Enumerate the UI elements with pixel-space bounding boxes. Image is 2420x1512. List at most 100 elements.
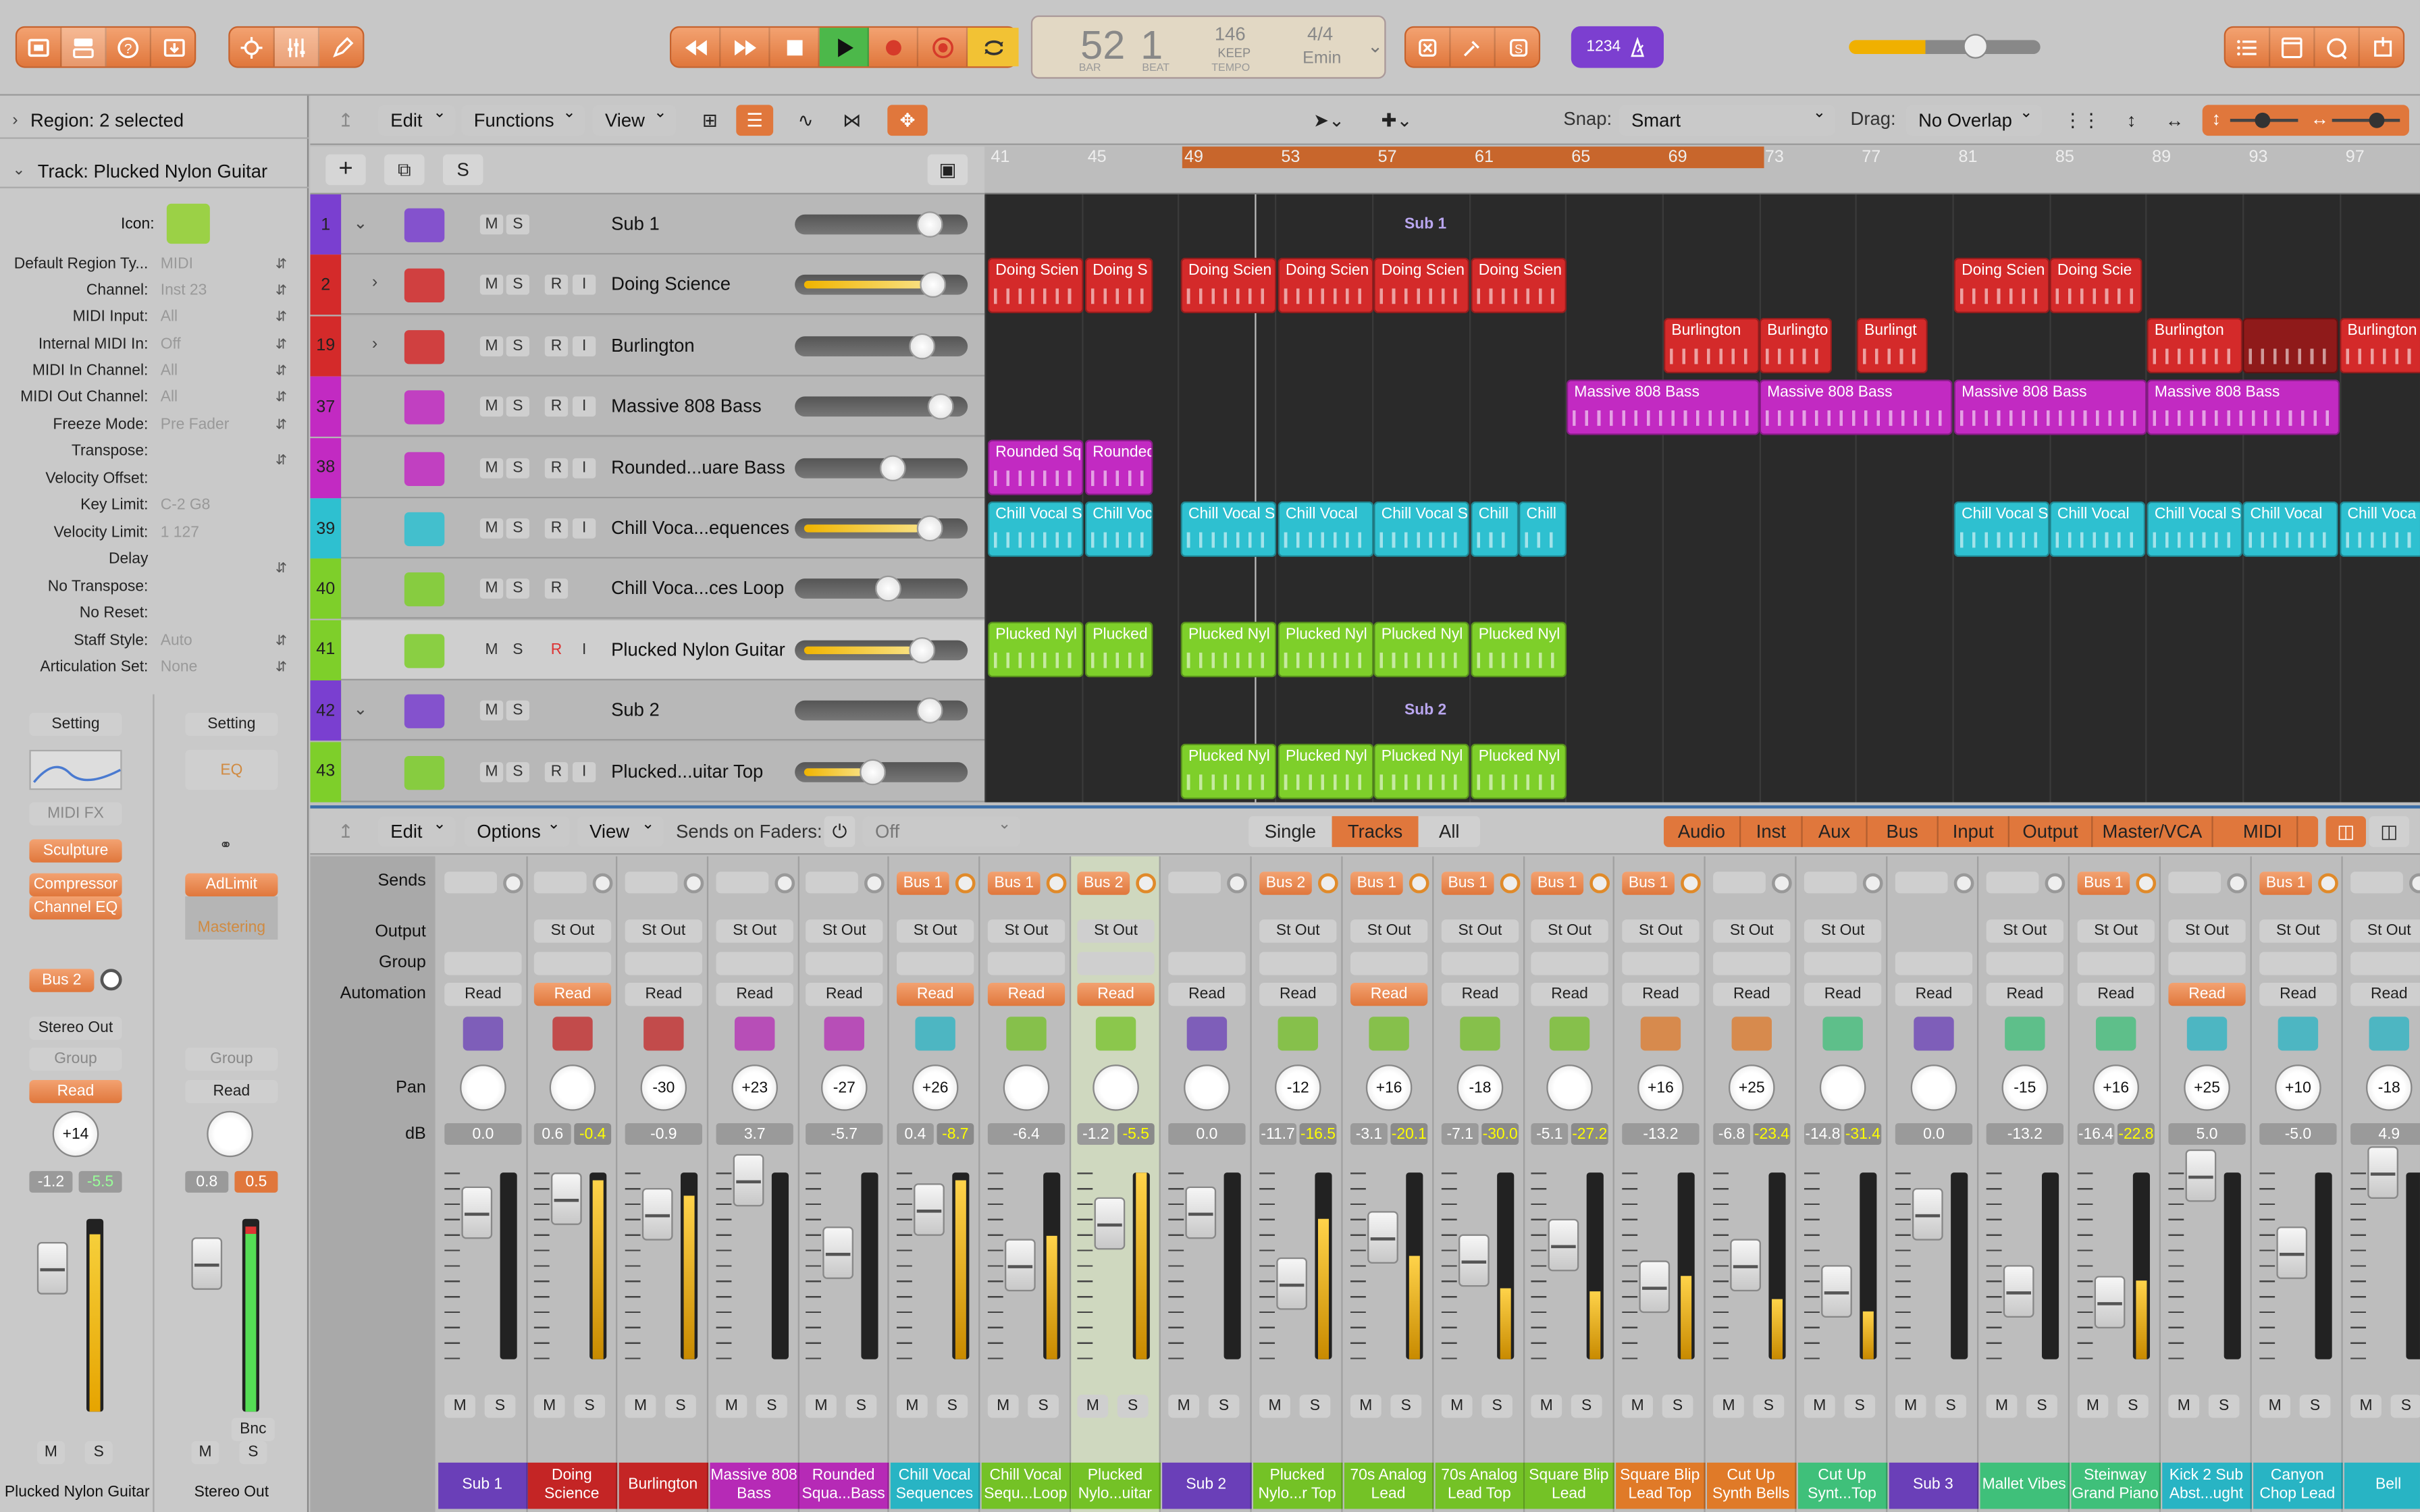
midi-region[interactable]: Doing Scien bbox=[1373, 257, 1469, 313]
track-name[interactable]: Rounded...uare Bass bbox=[611, 456, 785, 478]
automation-mode[interactable]: Read bbox=[2259, 982, 2337, 1006]
automation-mode[interactable]: Read bbox=[29, 1079, 122, 1104]
volume-fader[interactable] bbox=[2003, 1265, 2034, 1318]
midi-region[interactable]: Rounded bbox=[1084, 439, 1153, 495]
volume-readout[interactable]: -5.7 bbox=[806, 1123, 883, 1145]
track-volume-slider[interactable] bbox=[795, 333, 968, 360]
rewind-button[interactable] bbox=[671, 28, 721, 67]
midi-region[interactable]: Plucked Nyl bbox=[1180, 743, 1277, 800]
track-icon[interactable] bbox=[1640, 1017, 1681, 1051]
mixer-filter-output[interactable]: Output bbox=[2009, 816, 2093, 847]
track-icon[interactable] bbox=[404, 694, 445, 729]
inspector-row[interactable]: Freeze Mode: Pre Fader bbox=[0, 412, 309, 438]
automation-mode[interactable]: Read bbox=[185, 1079, 278, 1104]
inspector-row[interactable]: Delay bbox=[0, 546, 309, 572]
solo-button[interactable]: S bbox=[506, 335, 529, 356]
pan-knob[interactable]: +16 bbox=[2093, 1064, 2139, 1111]
volume-readout[interactable]: -0.9 bbox=[625, 1123, 702, 1145]
send-slot[interactable]: Bus 2 bbox=[1259, 871, 1312, 895]
solo-button[interactable]: S bbox=[1662, 1395, 1693, 1418]
automation-mode[interactable]: Read bbox=[2168, 982, 2246, 1006]
strip-setting-button[interactable]: Setting bbox=[29, 712, 122, 736]
mixer-filter-aux[interactable]: Aux bbox=[1803, 816, 1868, 847]
global-solo-button[interactable]: S bbox=[442, 154, 483, 186]
solo-button[interactable]: S bbox=[1481, 1395, 1512, 1418]
mute-button[interactable]: M bbox=[1259, 1395, 1290, 1418]
track-name[interactable]: Massive 808 Bass bbox=[611, 396, 762, 417]
track-icon[interactable] bbox=[2095, 1017, 2136, 1051]
solo-button[interactable]: S bbox=[84, 1440, 113, 1465]
volume-fader[interactable] bbox=[1639, 1260, 1671, 1314]
output-slot[interactable]: St Out bbox=[1531, 919, 1608, 943]
track-icon[interactable] bbox=[1278, 1017, 1318, 1051]
track-icon[interactable] bbox=[1460, 1017, 1500, 1051]
track-icon[interactable] bbox=[1731, 1017, 1772, 1051]
pan-knob[interactable]: -15 bbox=[2001, 1064, 2049, 1111]
automation-mode[interactable]: Read bbox=[1168, 982, 1246, 1006]
track-volume-slider[interactable] bbox=[795, 576, 968, 603]
group-slot[interactable] bbox=[987, 952, 1066, 975]
record-enable-button[interactable]: R bbox=[544, 396, 569, 417]
send-knob[interactable] bbox=[1046, 873, 1067, 894]
inspector-row[interactable]: Internal MIDI In: Off bbox=[0, 331, 309, 358]
output-slot[interactable]: St Out bbox=[1077, 919, 1155, 943]
pan-knob[interactable] bbox=[549, 1064, 596, 1111]
volume-readout[interactable]: 0.4 bbox=[896, 1123, 934, 1145]
automation-mode[interactable]: Read bbox=[2077, 982, 2155, 1006]
send-slot-empty[interactable] bbox=[716, 871, 769, 894]
lcd-dropdown-icon[interactable]: ⌄ bbox=[1367, 36, 1383, 57]
automation-mode[interactable]: Read bbox=[806, 982, 883, 1006]
volume-readout[interactable]: -7.1 bbox=[1441, 1123, 1479, 1145]
output-slot[interactable]: St Out bbox=[1804, 919, 1882, 943]
pan-knob[interactable] bbox=[1819, 1064, 1866, 1111]
volume-fader[interactable] bbox=[2367, 1146, 2398, 1199]
midi-region[interactable]: Plucked Nyl bbox=[1278, 743, 1374, 800]
midi-region[interactable]: Burlington bbox=[2147, 318, 2243, 374]
midi-region[interactable]: Chill bbox=[1519, 500, 1567, 556]
flex-icon[interactable]: ⋈ bbox=[835, 105, 869, 136]
solo-button[interactable]: S bbox=[1390, 1395, 1422, 1418]
volume-readout[interactable]: -13.2 bbox=[1622, 1123, 1700, 1145]
volume-fader[interactable] bbox=[1821, 1265, 1852, 1318]
group-slot[interactable] bbox=[896, 952, 974, 975]
mute-button[interactable]: M bbox=[479, 335, 504, 356]
track-volume-knob[interactable] bbox=[909, 333, 936, 360]
all-view-button[interactable]: All bbox=[1418, 816, 1480, 847]
output-slot[interactable]: Stereo Out bbox=[29, 1017, 122, 1040]
inspector-row-value[interactable]: Inst 23 bbox=[155, 282, 294, 299]
pan-knob[interactable] bbox=[1093, 1064, 1139, 1111]
send-slot[interactable]: Bus 2 bbox=[29, 969, 95, 992]
master-volume-slider[interactable] bbox=[1849, 34, 2041, 59]
output-slot[interactable]: St Out bbox=[2259, 919, 2337, 943]
track-volume-knob[interactable] bbox=[860, 758, 886, 785]
track-icon[interactable] bbox=[1186, 1017, 1228, 1051]
region-inspector-header[interactable]: › Region: 2 selected bbox=[0, 102, 309, 139]
track-volume-slider[interactable] bbox=[795, 637, 968, 664]
solo-button[interactable]: S bbox=[239, 1440, 267, 1465]
track-name[interactable]: Sub 2 bbox=[611, 699, 660, 721]
waveform-zoom-icon[interactable]: ⋮⋮ bbox=[2063, 105, 2101, 136]
solo-button[interactable]: S bbox=[1496, 28, 1542, 66]
mute-button[interactable]: M bbox=[806, 1395, 837, 1418]
solo-button[interactable]: S bbox=[1208, 1395, 1240, 1418]
mixer-filter-audio[interactable]: Audio bbox=[1664, 816, 1741, 847]
tracks-view-button[interactable]: Tracks bbox=[1332, 816, 1419, 847]
send-knob[interactable] bbox=[2136, 873, 2157, 894]
pan-knob[interactable]: -30 bbox=[640, 1064, 687, 1111]
mute-button[interactable]: M bbox=[716, 1395, 747, 1418]
automation-mode[interactable]: Read bbox=[1350, 982, 1428, 1006]
mute-button[interactable]: M bbox=[1622, 1395, 1653, 1418]
send-slot[interactable]: Bus 1 bbox=[1531, 871, 1584, 895]
automation-mode[interactable]: Read bbox=[896, 982, 974, 1006]
single-view-button[interactable]: Single bbox=[1248, 816, 1332, 847]
inspector-row[interactable]: No Reset: bbox=[0, 600, 309, 626]
volume-fader[interactable] bbox=[2185, 1149, 2217, 1202]
inspector-row[interactable]: Default Region Ty... MIDI bbox=[0, 252, 309, 278]
mute-button[interactable]: M bbox=[479, 214, 504, 235]
send-knob[interactable] bbox=[1227, 873, 1247, 894]
send-knob[interactable] bbox=[774, 873, 795, 894]
view-menu[interactable]: View bbox=[592, 105, 677, 136]
pan-knob[interactable] bbox=[460, 1064, 506, 1111]
group-slot[interactable]: Group bbox=[185, 1047, 278, 1071]
send-knob[interactable] bbox=[2318, 873, 2338, 894]
